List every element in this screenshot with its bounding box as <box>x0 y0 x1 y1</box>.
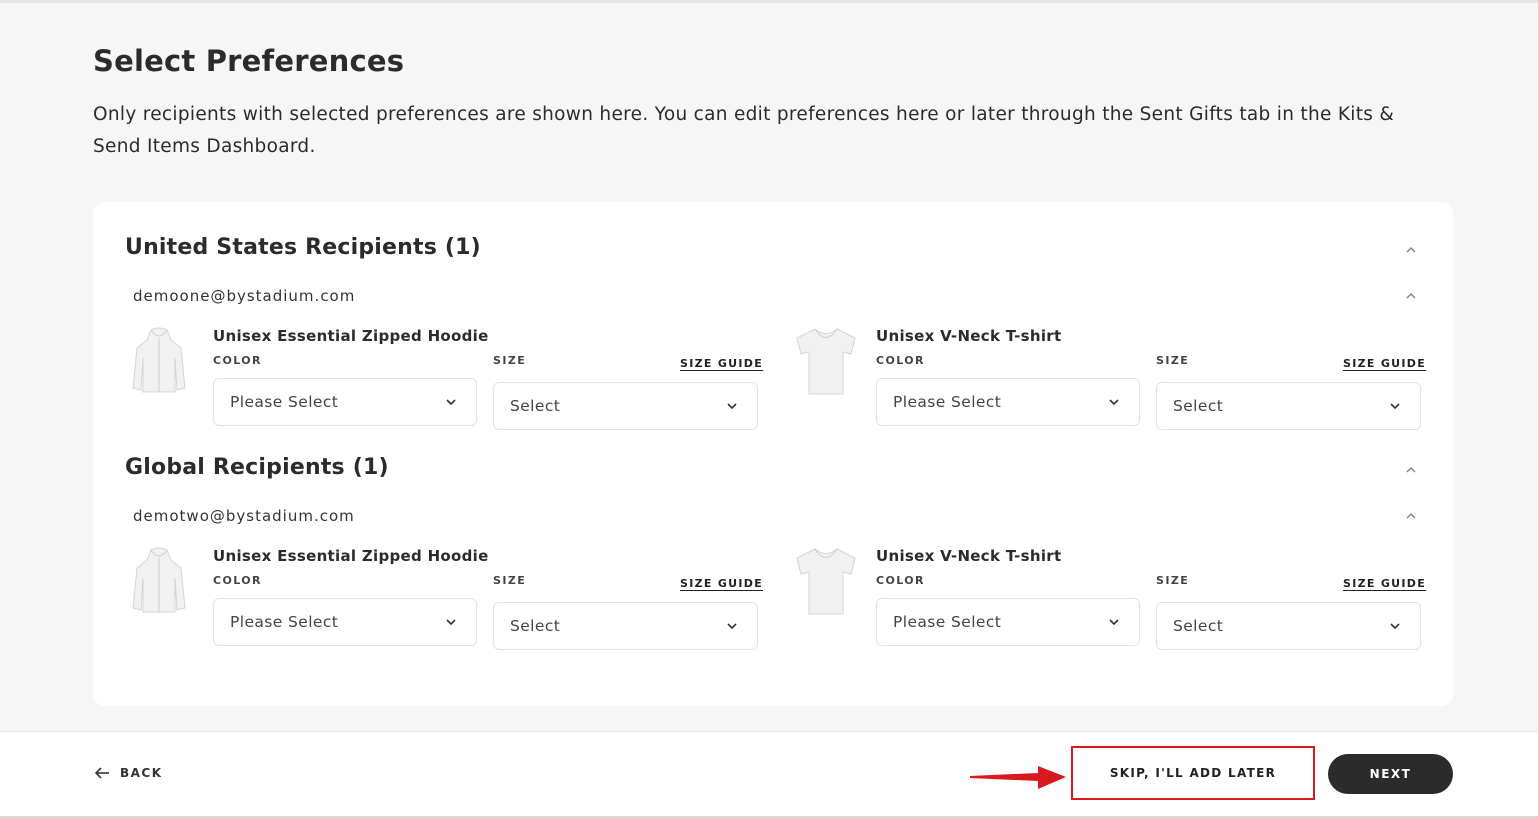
recipient-email: demotwo@bystadium.com <box>133 507 355 525</box>
color-select[interactable]: Please Select <box>213 598 477 646</box>
preferences-card: United States Recipients (1) demoone@bys… <box>93 202 1453 706</box>
skip-add-later-button[interactable]: SKIP, I'LL ADD LATER <box>1073 748 1313 798</box>
size-label: SIZE <box>493 354 527 367</box>
product-name: Unisex V-Neck T-shirt <box>876 327 1062 345</box>
collapse-section-icon[interactable] <box>1403 242 1419 258</box>
tshirt-icon <box>796 548 856 615</box>
size-guide-link[interactable]: SIZE GUIDE <box>1343 357 1426 370</box>
chevron-down-icon <box>446 399 456 406</box>
collapse-recipient-icon[interactable] <box>1403 288 1419 304</box>
size-guide-link[interactable]: SIZE GUIDE <box>1343 577 1426 590</box>
color-label: COLOR <box>213 354 262 367</box>
page-title: Select Preferences <box>93 44 405 78</box>
section-title-global: Global Recipients (1) <box>125 455 389 480</box>
size-select-value: Select <box>1173 617 1224 635</box>
color-select-value: Please Select <box>893 393 1002 411</box>
hoodie-icon <box>132 327 186 393</box>
chevron-down-icon <box>1390 623 1400 630</box>
recipient-email: demoone@bystadium.com <box>133 287 356 305</box>
chevron-down-icon <box>1390 403 1400 410</box>
chevron-down-icon <box>446 619 456 626</box>
color-select[interactable]: Please Select <box>213 378 477 426</box>
size-label: SIZE <box>1156 354 1190 367</box>
chevron-down-icon <box>1109 619 1119 626</box>
size-select-value: Select <box>510 617 561 635</box>
color-select[interactable]: Please Select <box>876 378 1140 426</box>
color-label: COLOR <box>213 574 262 587</box>
chevron-down-icon <box>727 623 737 630</box>
back-label: BACK <box>120 766 163 780</box>
arrow-left-icon <box>94 767 109 779</box>
chevron-down-icon <box>1109 399 1119 406</box>
footer-bar: BACK SKIP, I'LL ADD LATER NEXT <box>0 731 1538 818</box>
section-title-us: United States Recipients (1) <box>125 235 481 260</box>
back-button[interactable]: BACK <box>94 766 163 780</box>
color-label: COLOR <box>876 354 925 367</box>
collapse-section-icon[interactable] <box>1403 462 1419 478</box>
size-guide-link[interactable]: SIZE GUIDE <box>680 357 763 370</box>
product-name: Unisex Essential Zipped Hoodie <box>213 327 489 345</box>
color-select-value: Please Select <box>230 613 339 631</box>
color-label: COLOR <box>876 574 925 587</box>
next-button[interactable]: NEXT <box>1328 754 1453 794</box>
size-label: SIZE <box>493 574 527 587</box>
color-select-value: Please Select <box>230 393 339 411</box>
product-name: Unisex V-Neck T-shirt <box>876 547 1062 565</box>
red-arrow-annotation-icon <box>970 766 1066 789</box>
chevron-down-icon <box>727 403 737 410</box>
size-select[interactable]: Select <box>493 602 758 650</box>
size-select-value: Select <box>510 397 561 415</box>
size-select[interactable]: Select <box>1156 382 1421 430</box>
collapse-recipient-icon[interactable] <box>1403 508 1419 524</box>
size-select[interactable]: Select <box>493 382 758 430</box>
top-divider <box>0 0 1538 3</box>
page-description: Only recipients with selected preference… <box>93 104 1395 157</box>
size-select[interactable]: Select <box>1156 602 1421 650</box>
size-label: SIZE <box>1156 574 1190 587</box>
color-select-value: Please Select <box>893 613 1002 631</box>
color-select[interactable]: Please Select <box>876 598 1140 646</box>
product-name: Unisex Essential Zipped Hoodie <box>213 547 489 565</box>
tshirt-icon <box>796 328 856 395</box>
hoodie-icon <box>132 547 186 613</box>
size-guide-link[interactable]: SIZE GUIDE <box>680 577 763 590</box>
size-select-value: Select <box>1173 397 1224 415</box>
